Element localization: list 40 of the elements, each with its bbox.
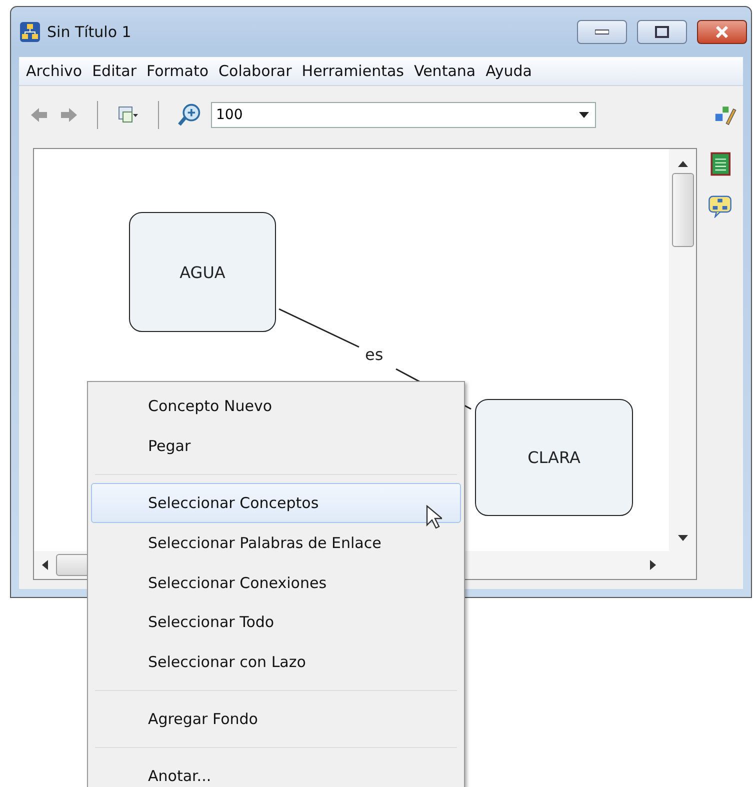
- minimize-icon: [595, 29, 609, 35]
- context-menu-item[interactable]: Anotar...: [91, 756, 461, 787]
- dropdown-arrow-icon: [579, 112, 589, 118]
- context-menu-item[interactable]: Seleccionar Todo: [91, 602, 461, 642]
- map-bubble-icon[interactable]: [708, 194, 732, 218]
- concept-node: AGUA: [129, 212, 276, 332]
- window-title: Sin Título 1: [47, 23, 132, 41]
- close-icon: [715, 26, 729, 38]
- context-menu-item[interactable]: Seleccionar Conexiones: [91, 562, 461, 602]
- menu-item[interactable]: Ventana: [408, 62, 481, 80]
- linking-phrase: es: [365, 345, 384, 364]
- close-button[interactable]: [697, 20, 747, 44]
- context-menu-item[interactable]: Agregar Fondo: [91, 699, 461, 740]
- minimize-button[interactable]: [577, 20, 627, 44]
- mouse-cursor-icon: [426, 505, 442, 529]
- context-menu-item[interactable]: Seleccionar Palabras de Enlace: [91, 522, 461, 563]
- vertical-scrollbar[interactable]: [669, 149, 696, 551]
- menu-item[interactable]: Colaborar: [214, 62, 297, 80]
- menu-item[interactable]: Archivo: [21, 62, 88, 80]
- scroll-right-icon[interactable]: [650, 560, 656, 570]
- app-icon: [19, 21, 41, 43]
- window-dropdown-icon[interactable]: [116, 105, 140, 125]
- zoom-in-icon[interactable]: [177, 103, 201, 127]
- context-menu-item[interactable]: Concepto Nuevo: [91, 386, 461, 426]
- list-icon[interactable]: [708, 152, 732, 176]
- menu-item[interactable]: Ayuda: [480, 62, 537, 80]
- zoom-field[interactable]: 100: [211, 102, 596, 128]
- menu-item[interactable]: Editar: [87, 62, 142, 80]
- context-menu-item[interactable]: Seleccionar Conceptos: [91, 482, 461, 523]
- scroll-left-icon[interactable]: [42, 560, 48, 570]
- concept-node: CLARA: [475, 399, 633, 516]
- scroll-up-icon[interactable]: [678, 161, 688, 167]
- menu-item[interactable]: Formato: [142, 62, 214, 80]
- context-menu-item[interactable]: Seleccionar con Lazo: [91, 642, 461, 682]
- maximize-button[interactable]: [637, 20, 687, 44]
- scroll-down-icon[interactable]: [678, 535, 688, 541]
- menu-item[interactable]: Herramientas: [296, 62, 409, 80]
- maximize-icon: [655, 26, 669, 38]
- scrollbar-thumb[interactable]: [672, 173, 694, 247]
- context-menu-item[interactable]: Pegar: [91, 426, 461, 466]
